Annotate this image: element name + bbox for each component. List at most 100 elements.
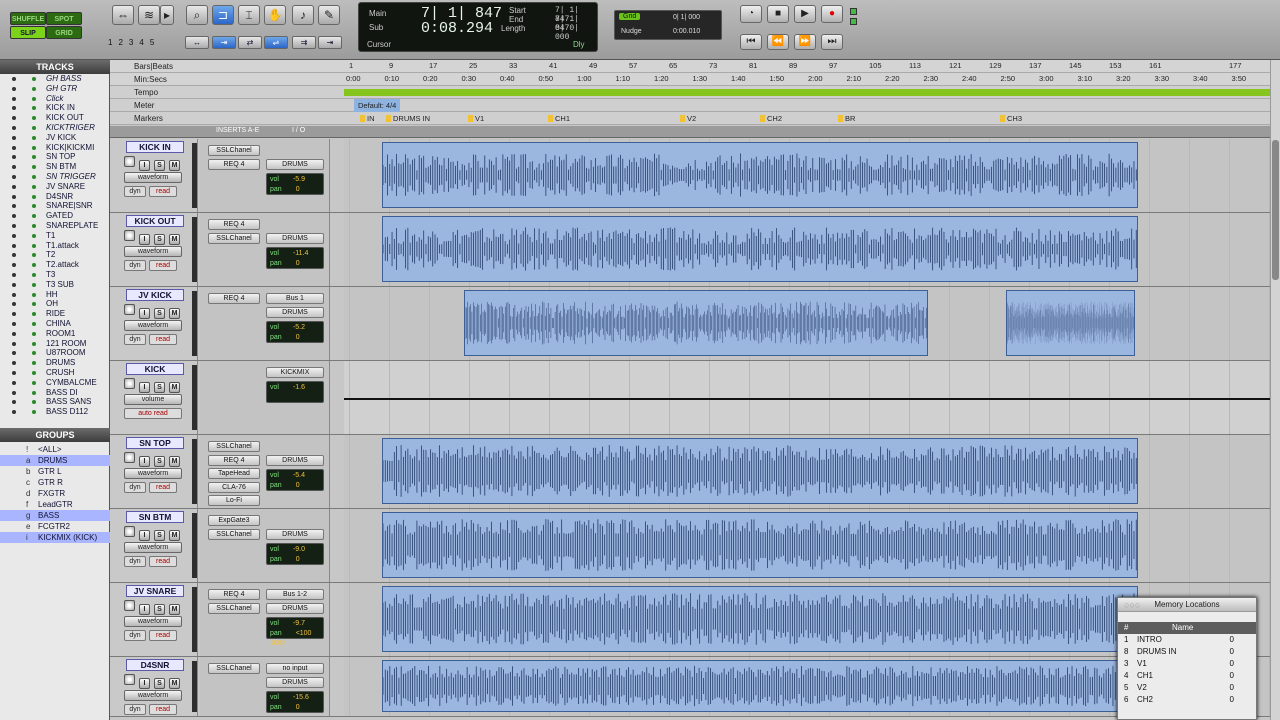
min-secs-ruler[interactable]: Min:Secs 0:00 0:10 0:20 0:30 0:40 0:50 1:00 1:10… [110,73,1270,86]
input-monitor-button[interactable]: I [139,456,150,467]
solo-button[interactable]: S [154,530,165,541]
record-enable-button[interactable] [124,304,135,315]
track-list-item[interactable]: HH [0,290,110,300]
io-selector[interactable]: Bus 1-2 [266,589,324,600]
volume-value[interactable]: -11.4 [293,250,308,257]
volume-pan-display[interactable]: vol -9.7 pan <100 100> [266,617,324,647]
track-list-item[interactable]: RIDE [0,309,110,319]
visibility-dot-icon[interactable] [12,312,16,317]
input-monitor-button[interactable]: I [139,604,150,615]
track-lane[interactable] [344,361,1270,434]
group-item[interactable]: a DRUMS [0,455,110,466]
track-list-item[interactable]: GH GTR [0,84,110,94]
track-list-item[interactable]: ROOM1 [0,329,110,339]
insert-slot[interactable]: SSLChanel [208,663,260,674]
visibility-dot-icon[interactable] [12,351,16,356]
io-selector[interactable]: no input [266,663,324,674]
memory-location-row[interactable]: 4 CH1 0 [1118,670,1256,682]
track-view-selector[interactable]: waveform [124,172,182,183]
track-name[interactable]: JV SNARE [126,585,184,597]
track-list-item[interactable]: KICKTRIGER [0,123,110,133]
insert-slot[interactable]: REQ 4 [208,454,260,466]
record-enable-button[interactable] [124,452,135,463]
track-view-selector[interactable]: waveform [124,320,182,331]
audio-clip[interactable] [1006,290,1135,356]
visibility-dot-icon[interactable] [12,341,16,346]
active-dot-icon[interactable] [32,204,36,209]
markers-ruler[interactable]: Markers IN DRUMS IN V1 CH1 V2 CH2 BR CH3 [110,112,1270,125]
insert-slot[interactable]: SSLChanel [208,145,260,156]
record-enable-button[interactable] [124,156,135,167]
visibility-dot-icon[interactable] [12,263,16,268]
active-dot-icon[interactable] [32,253,36,258]
volume-pan-display[interactable]: vol -5.4 pan 0 [266,469,324,491]
track-name[interactable]: SN BTM [126,511,184,523]
io-selector[interactable]: DRUMS [266,529,324,540]
grid-mode-button[interactable]: GRID [46,26,82,39]
audio-clip[interactable] [382,512,1138,578]
zoom-preset-1[interactable]: 1 [108,38,112,47]
vertical-scrollbar[interactable] [1270,60,1280,720]
track-list-item[interactable]: BASS D112 [0,407,110,417]
track-name[interactable]: KICK IN [126,141,184,153]
track-lane[interactable] [344,509,1270,582]
memory-locations-titlebar[interactable]: ○○○ Memory Locations [1118,598,1256,612]
insert-slot[interactable]: REQ 4 [208,158,260,170]
visibility-dot-icon[interactable] [12,302,16,307]
active-dot-icon[interactable] [32,86,36,91]
track-list-item[interactable]: D4SNR [0,192,110,202]
track-list-item[interactable]: CRUSH [0,368,110,378]
groups-list[interactable]: ! <ALL> a DRUMS b GTR L c GTR R d FXGTR f LeadGTR g B… [0,444,110,543]
memory-location-row[interactable]: 8 DRUMS IN 0 [1118,646,1256,658]
track-list-item[interactable]: CHINA [0,319,110,329]
solo-button[interactable]: S [154,234,165,245]
automation-mode-selector[interactable]: read [149,556,177,567]
visibility-dot-icon[interactable] [12,243,16,248]
visibility-dot-icon[interactable] [12,282,16,287]
visibility-dot-icon[interactable] [12,390,16,395]
pan-value[interactable]: 0 [296,334,300,341]
marker-ch1[interactable]: CH1 [548,113,570,124]
insert-slot[interactable]: SSLChanel [208,441,260,452]
record-icon[interactable]: ● [821,5,843,23]
marker-in[interactable]: IN [360,113,375,124]
pan-value[interactable]: 0 [296,704,300,711]
visibility-dot-icon[interactable] [12,370,16,375]
io-selector[interactable]: KICKMIX [266,367,324,378]
record-enable-button[interactable] [124,230,135,241]
visibility-dot-icon[interactable] [12,223,16,228]
audio-clip[interactable] [464,290,928,356]
automation-mode-selector[interactable]: read [149,186,177,197]
mute-button[interactable]: M [169,604,180,615]
io-selector[interactable]: DRUMS [266,307,324,318]
memory-locations-list[interactable]: 1 INTRO 0 8 DRUMS IN 0 3 V1 0 4 CH1 0 5 V2 0 6 CH2 0 [1118,634,1256,706]
insert-slot[interactable]: ExpGate3 [208,515,260,526]
marker-v2[interactable]: V2 [680,113,696,124]
pencil-tool-icon[interactable]: ✎ [318,5,340,25]
active-dot-icon[interactable] [32,312,36,317]
io-selector[interactable]: DRUMS [266,159,324,170]
record-enable-button[interactable] [124,674,135,685]
track-lane[interactable] [344,213,1270,286]
track-list-item[interactable]: T1 [0,231,110,241]
scrubber-speaker-icon[interactable]: ♪ [292,5,314,25]
marker-ch2[interactable]: CH2 [760,113,782,124]
meter-value[interactable]: Default: 4/4 [354,99,401,112]
track-list-item[interactable]: GH BASS [0,74,110,84]
marker-drums-in[interactable]: DRUMS IN [386,113,430,124]
record-enable-button[interactable] [124,378,135,389]
volume-pan-display[interactable]: vol -11.4 pan 0 [266,247,324,269]
visibility-dot-icon[interactable] [12,361,16,366]
insert-slot[interactable]: REQ 4 [208,293,260,304]
active-dot-icon[interactable] [32,233,36,238]
meter-ruler[interactable]: Meter Default: 4/4 [110,99,1270,112]
solo-button[interactable]: S [154,678,165,689]
group-item[interactable]: b GTR L [0,466,110,477]
insertion-follows-icon[interactable]: ⇉ [292,36,316,49]
audio-clip[interactable] [382,438,1138,504]
volume-pan-display[interactable]: vol -9.0 pan 0 [266,543,324,565]
visibility-dot-icon[interactable] [12,145,16,150]
active-dot-icon[interactable] [32,361,36,366]
automation-mode-selector[interactable]: read [149,704,177,715]
pan-value[interactable]: 0 [296,186,300,193]
